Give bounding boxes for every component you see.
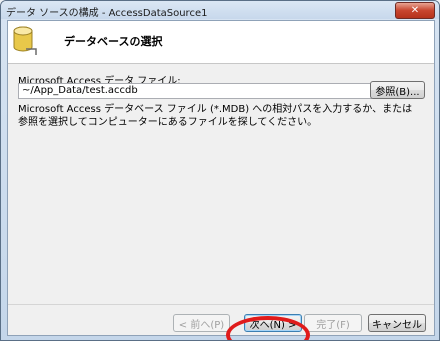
instruction-text: Microsoft Access データベース ファイル (*.MDB) への相… [18,104,413,128]
back-button[interactable]: < 前へ(P) [173,314,230,332]
browse-button[interactable]: 参照(B)... [370,81,425,99]
page-title: データベースの選択 [64,35,163,48]
finish-button[interactable]: 完了(F) [304,314,362,332]
header-band: データベースの選択 [8,21,434,64]
dialog-client-area: データベースの選択 Microsoft Access データ ファイル: 参照(… [7,20,435,340]
next-button[interactable]: 次へ(N) > [244,314,302,332]
cancel-button[interactable]: キャンセル [368,314,426,332]
close-icon: ✕ [410,5,420,16]
title-bar[interactable]: データ ソースの構成 - AccessDataSource1 ✕ [1,1,439,19]
wizard-window: データ ソースの構成 - AccessDataSource1 ✕ データベースの… [0,0,440,341]
footer-divider [8,304,434,305]
close-button[interactable]: ✕ [395,2,435,19]
file-path-input[interactable] [18,83,372,99]
database-icon [13,26,37,55]
window-title: データ ソースの構成 - AccessDataSource1 [6,8,208,19]
